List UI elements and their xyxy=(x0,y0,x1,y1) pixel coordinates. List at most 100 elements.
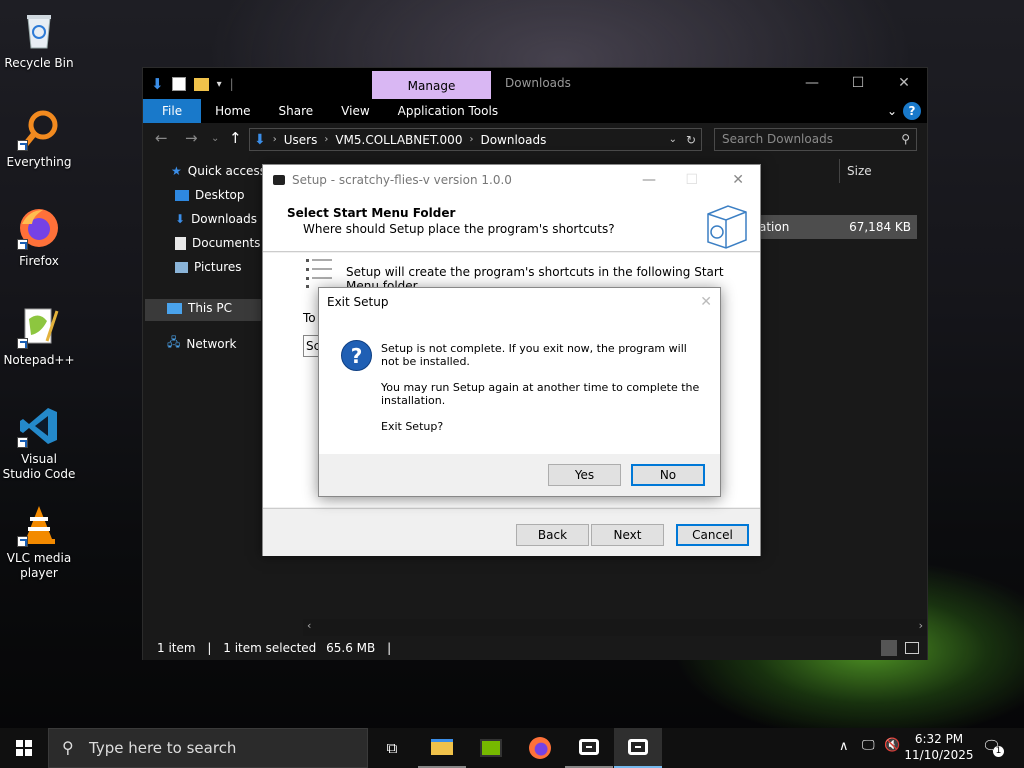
address-bar[interactable]: ⬇ › Users › VM5.COLLABNET.000 › Download… xyxy=(249,128,702,151)
task-view-icon: ⧉ xyxy=(386,739,398,757)
shortcut-arrow-icon xyxy=(17,437,28,448)
help-icon[interactable]: ? xyxy=(903,102,921,120)
expand-ribbon-icon[interactable]: ⌄ xyxy=(887,99,897,123)
breadcrumb-collabnet[interactable]: VM5.COLLABNET.000 xyxy=(335,133,462,147)
tab-file[interactable]: File xyxy=(143,99,202,123)
sidebar-item-desktop[interactable]: Desktop xyxy=(175,188,245,202)
large-icons-view-icon[interactable] xyxy=(905,642,919,654)
window-controls: — ☐ ✕ xyxy=(789,68,927,99)
desktop-icon-notepadpp[interactable]: Notepad++ xyxy=(2,305,76,368)
cancel-button[interactable]: Cancel xyxy=(676,524,749,546)
show-hidden-icons-icon[interactable]: ∧ xyxy=(839,739,849,754)
shortcut-arrow-icon xyxy=(17,239,28,250)
shortcut-arrow-icon xyxy=(17,338,28,349)
taskbar-setup-app-2[interactable] xyxy=(614,728,662,768)
table-row[interactable]: ation 67,184 KB xyxy=(745,215,917,239)
sidebar-item-label: Desktop xyxy=(195,188,245,202)
tab-application-tools[interactable]: Application Tools xyxy=(384,99,512,123)
dialog-titlebar: Exit Setup ✕ xyxy=(319,288,720,316)
minimize-icon[interactable]: — xyxy=(789,68,835,99)
selected-size: 65.6 MB xyxy=(326,641,376,655)
taskbar-file-explorer[interactable] xyxy=(418,728,466,768)
document-icon xyxy=(175,236,186,250)
ribbon-tabs: File Home Share View Application Tools ⌄… xyxy=(143,99,927,123)
down-arrow-icon[interactable]: ⬇ xyxy=(151,75,164,93)
close-icon[interactable]: ✕ xyxy=(881,68,927,99)
sidebar-item-documents[interactable]: Documents xyxy=(175,236,260,250)
sidebar-item-label: Quick access xyxy=(187,164,266,178)
desktop-icon-vlc[interactable]: VLC media player xyxy=(2,503,76,581)
file-size: 67,184 KB xyxy=(849,220,911,234)
setup-header: Select Start Menu Folder Where should Se… xyxy=(263,196,760,252)
back-button[interactable]: Back xyxy=(516,524,589,546)
taskbar: ⚲ Type here to search ⧉ ∧ 🖵 🔇 6:32 PM 11… xyxy=(0,728,1024,768)
properties-icon[interactable] xyxy=(171,77,186,91)
minimize-icon[interactable]: — xyxy=(642,165,656,196)
close-icon[interactable]: ✕ xyxy=(700,288,712,316)
system-clock[interactable]: 6:32 PM 11/10/2025 xyxy=(898,731,980,763)
task-view-button[interactable]: ⧉ xyxy=(368,728,416,768)
tab-share[interactable]: Share xyxy=(265,99,328,123)
search-placeholder: Search Downloads xyxy=(722,132,833,146)
desktop-icon-label: Recycle Bin xyxy=(4,56,74,70)
exit-setup-dialog: Exit Setup ✕ ? Setup is not complete. If… xyxy=(318,287,721,497)
sidebar-item-pictures[interactable]: Pictures xyxy=(175,260,242,274)
tab-view[interactable]: View xyxy=(327,99,383,123)
recent-locations-icon[interactable]: ⌄ xyxy=(211,133,219,144)
no-button[interactable]: No xyxy=(631,464,705,486)
desktop-icon-recycle-bin[interactable]: Recycle Bin xyxy=(2,8,76,71)
desktop-icon-vscode[interactable]: Visual Studio Code xyxy=(2,404,76,482)
taskbar-nvidia[interactable] xyxy=(467,728,515,768)
up-arrow-icon[interactable]: ↑ xyxy=(229,129,242,147)
details-view-icon[interactable] xyxy=(881,640,897,656)
tab-home[interactable]: Home xyxy=(201,99,264,123)
qat-separator: | xyxy=(229,77,234,91)
breadcrumb-downloads[interactable]: Downloads xyxy=(480,133,546,147)
column-header-size[interactable]: Size xyxy=(839,159,872,183)
sidebar-item-network[interactable]: 🖧 Network xyxy=(167,333,237,354)
setup-titlebar: Setup - scratchy-flies-v version 1.0.0 —… xyxy=(263,165,760,196)
yes-button[interactable]: Yes xyxy=(548,464,621,486)
customize-qat-icon[interactable]: ▾ xyxy=(217,79,222,90)
desktop-icon-firefox[interactable]: Firefox xyxy=(2,206,76,269)
scroll-left-icon[interactable]: ‹ xyxy=(307,619,311,632)
clock-time: 6:32 PM xyxy=(914,732,964,746)
page-title: Select Start Menu Folder xyxy=(287,206,456,220)
taskbar-setup-app-1[interactable] xyxy=(565,728,613,768)
windows-logo-icon xyxy=(16,740,32,756)
refresh-icon[interactable]: ↻ xyxy=(686,133,696,147)
back-arrow-icon[interactable]: ← xyxy=(155,129,168,147)
taskbar-search-input[interactable]: ⚲ Type here to search xyxy=(48,728,368,768)
search-icon: ⚲ xyxy=(901,132,910,146)
download-icon: ⬇ xyxy=(175,212,186,226)
new-folder-icon[interactable] xyxy=(193,77,209,91)
setup-app-icon xyxy=(579,739,599,755)
window-title: Downloads xyxy=(505,76,571,90)
sidebar-item-quick-access[interactable]: ★ Quick access xyxy=(171,164,266,178)
everything-icon xyxy=(17,107,61,151)
forward-arrow-icon[interactable]: → xyxy=(185,129,198,147)
address-dropdown-icon[interactable]: ⌄ xyxy=(669,134,677,145)
sidebar-item-downloads[interactable]: ⬇ Downloads xyxy=(175,212,257,226)
scroll-right-icon[interactable]: › xyxy=(919,619,923,632)
network-status-icon[interactable]: 🖵 xyxy=(862,738,875,753)
close-icon[interactable]: ✕ xyxy=(732,165,744,196)
sidebar-item-this-pc[interactable]: This PC xyxy=(167,301,232,315)
sidebar-item-label: Documents xyxy=(192,236,261,250)
shortcut-arrow-icon xyxy=(17,536,28,547)
maximize-icon[interactable]: ☐ xyxy=(835,68,881,99)
shortcut-arrow-icon xyxy=(17,140,28,151)
file-type: ation xyxy=(759,220,790,234)
desktop-icon-everything[interactable]: Everything xyxy=(2,107,76,170)
start-button[interactable] xyxy=(0,728,48,768)
horizontal-scrollbar[interactable]: ‹ › xyxy=(303,619,927,636)
search-input[interactable]: Search Downloads ⚲ xyxy=(714,128,917,151)
quick-access-toolbar: ⬇ ▾ | xyxy=(151,75,234,93)
breadcrumb-users[interactable]: Users xyxy=(284,133,318,147)
tab-manage[interactable]: Manage xyxy=(372,71,491,99)
desktop-icon-label: Notepad++ xyxy=(3,353,75,367)
notification-center-button[interactable]: 🗨 1 xyxy=(982,737,1004,759)
maximize-icon[interactable]: ☐ xyxy=(685,165,698,196)
taskbar-firefox[interactable] xyxy=(516,728,564,768)
next-button[interactable]: Next xyxy=(591,524,664,546)
